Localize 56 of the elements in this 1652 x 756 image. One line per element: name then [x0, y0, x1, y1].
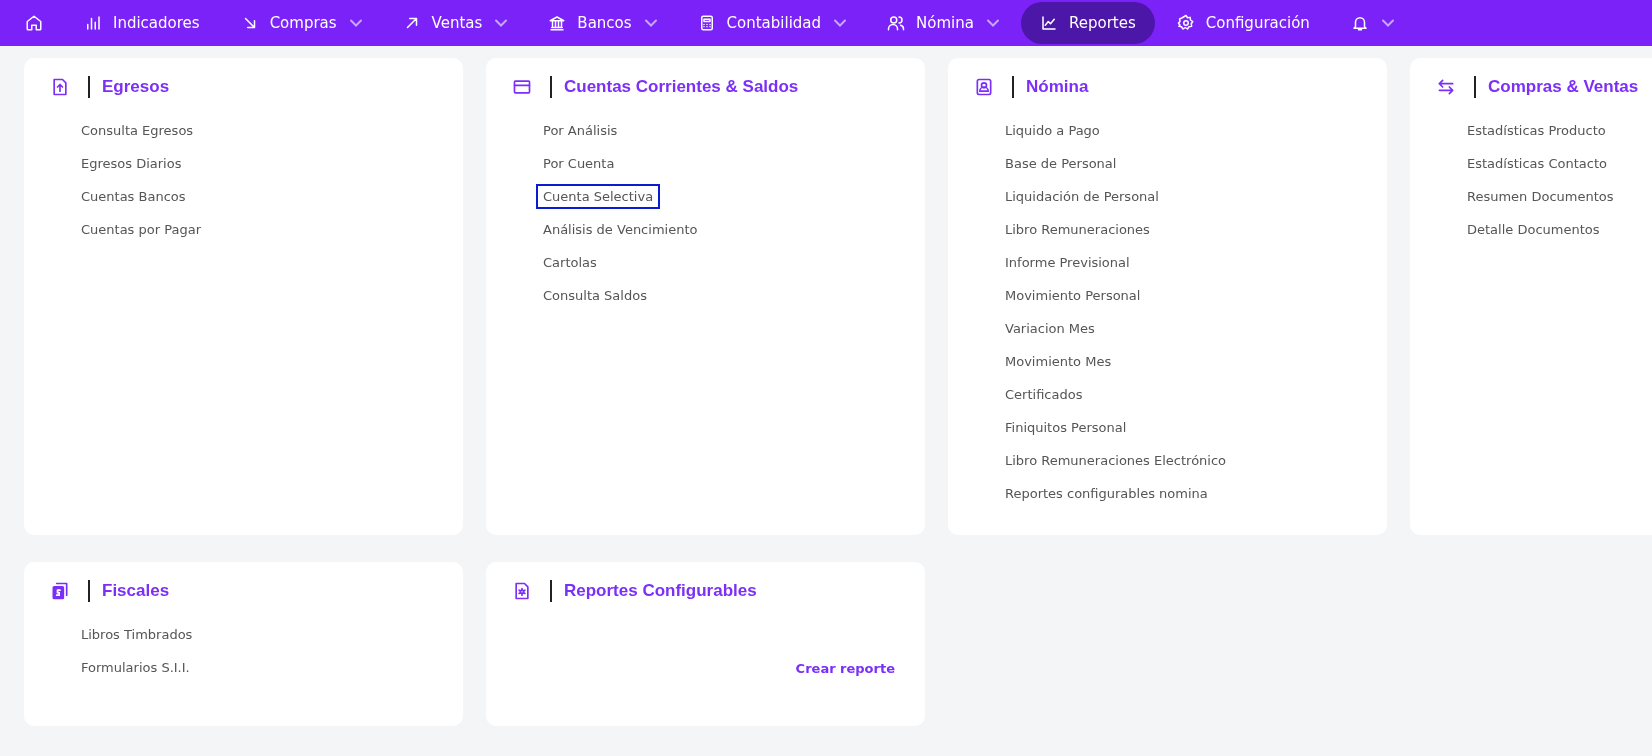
- report-link[interactable]: Consulta Saldos: [536, 283, 654, 308]
- report-link[interactable]: Certificados: [998, 382, 1090, 407]
- report-link[interactable]: Variacion Mes: [998, 316, 1102, 341]
- report-link[interactable]: Cartolas: [536, 250, 604, 275]
- nav-item[interactable]: Indicadores: [65, 2, 219, 44]
- swap-arrows-icon: [1436, 77, 1456, 97]
- card-icon: [512, 77, 532, 97]
- id-badge-icon: [974, 77, 994, 97]
- report-link[interactable]: Por Análisis: [536, 118, 625, 143]
- file-upload-icon: [50, 77, 70, 97]
- card-title: Fiscales: [102, 581, 170, 601]
- report-link[interactable]: Formularios S.I.I.: [74, 655, 197, 680]
- report-link[interactable]: Detalle Documentos: [1460, 217, 1607, 242]
- report-link[interactable]: Estadísticas Producto: [1460, 118, 1613, 143]
- bell-icon: [1350, 14, 1369, 32]
- settings-icon: [1176, 14, 1195, 32]
- bar-chart-icon: [84, 14, 102, 32]
- users-icon: [887, 14, 906, 32]
- bank-icon: [548, 14, 567, 32]
- nav-item[interactable]: Bancos: [529, 2, 676, 44]
- nav-item[interactable]: Ventas: [383, 2, 527, 44]
- report-link[interactable]: Finiquitos Personal: [998, 415, 1134, 440]
- nav-item[interactable]: Configuración: [1157, 2, 1329, 44]
- nav-item[interactable]: Contabilidad: [678, 2, 866, 44]
- create-report-link[interactable]: Crear reporte: [795, 661, 895, 676]
- report-link[interactable]: Libro Remuneraciones Electrónico: [998, 448, 1234, 473]
- report-link[interactable]: Cuenta Selectiva: [536, 184, 661, 209]
- home-icon: [25, 14, 43, 32]
- card-title: Nómina: [1026, 77, 1089, 97]
- nav-item[interactable]: Reportes: [1020, 2, 1155, 44]
- line-chart-icon: [1039, 14, 1058, 32]
- report-link[interactable]: Estadísticas Contacto: [1460, 151, 1614, 176]
- report-link[interactable]: Consulta Egresos: [74, 118, 201, 143]
- report-link[interactable]: Libros Timbrados: [74, 622, 200, 647]
- report-link[interactable]: Base de Personal: [998, 151, 1124, 176]
- report-link[interactable]: Cuentas Bancos: [74, 184, 193, 209]
- report-link[interactable]: Movimiento Mes: [998, 349, 1119, 374]
- report-link[interactable]: Reportes configurables nomina: [998, 481, 1215, 506]
- nav-item[interactable]: Compras: [221, 2, 381, 44]
- report-link[interactable]: Movimiento Personal: [998, 283, 1148, 308]
- report-link[interactable]: Análisis de Vencimiento: [536, 217, 705, 242]
- report-link[interactable]: Egresos Diarios: [74, 151, 189, 176]
- dollar-files-icon: [50, 581, 70, 601]
- report-link[interactable]: Libro Remuneraciones: [998, 217, 1157, 242]
- report-link[interactable]: Resumen Documentos: [1460, 184, 1621, 209]
- nav-item[interactable]: Nómina: [868, 2, 1018, 44]
- card-title: Reportes Configurables: [564, 581, 757, 601]
- card-title: Compras & Ventas: [1488, 77, 1639, 97]
- file-gear-icon: [512, 581, 532, 601]
- report-link[interactable]: Informe Previsional: [998, 250, 1137, 275]
- card-title: Cuentas Corrientes & Saldos: [564, 77, 799, 97]
- card-title: Egresos: [102, 77, 170, 97]
- report-link[interactable]: Liquidación de Personal: [998, 184, 1166, 209]
- report-link[interactable]: Liquido a Pago: [998, 118, 1107, 143]
- report-link[interactable]: Por Cuenta: [536, 151, 622, 176]
- report-link[interactable]: Cuentas por Pagar: [74, 217, 208, 242]
